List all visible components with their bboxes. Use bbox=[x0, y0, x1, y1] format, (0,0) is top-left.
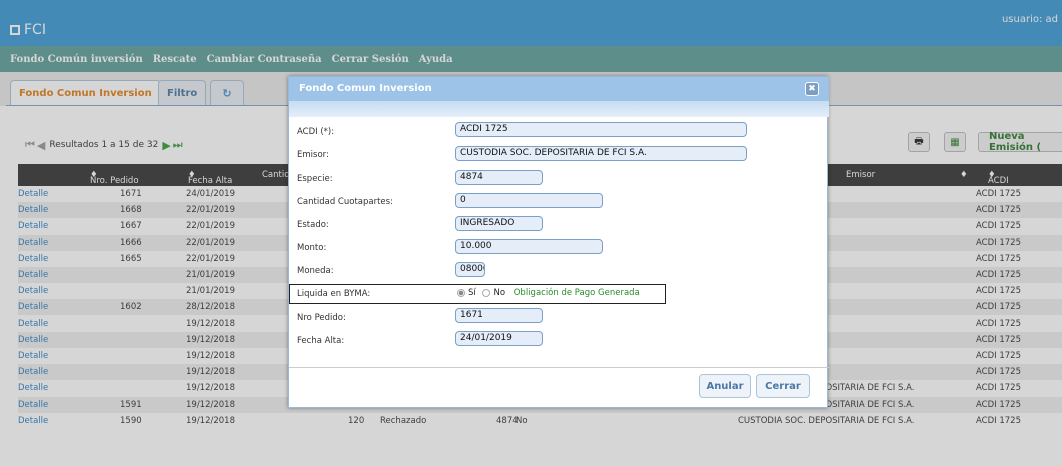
byma-options: Sí No Obligación de Pago Generada bbox=[457, 288, 640, 298]
acdi-label: ACDI (*): bbox=[297, 127, 335, 137]
fecha-alta-field[interactable]: 24/01/2019 bbox=[455, 331, 543, 346]
byma-si-label: Sí bbox=[468, 288, 476, 298]
monto-field[interactable]: 10.000 bbox=[455, 239, 603, 254]
fecha-alta-label: Fecha Alta: bbox=[297, 336, 345, 346]
byma-label: Liquida en BYMA: bbox=[297, 289, 371, 299]
moneda-field[interactable]: 08000 bbox=[455, 262, 485, 277]
cerrar-button[interactable]: Cerrar bbox=[756, 374, 810, 398]
pedido-label: Nro Pedido: bbox=[297, 313, 346, 323]
close-icon[interactable]: ✖ bbox=[805, 82, 819, 96]
anular-button[interactable]: Anular bbox=[699, 374, 751, 398]
especie-field[interactable]: 4874 bbox=[455, 170, 543, 185]
moneda-label: Moneda: bbox=[297, 266, 334, 276]
especie-label: Especie: bbox=[297, 174, 333, 184]
byma-no-label: No bbox=[493, 288, 506, 298]
byma-status: Obligación de Pago Generada bbox=[513, 288, 640, 298]
dialog-footer-divider bbox=[289, 367, 829, 368]
cuotapartes-field[interactable]: 0 bbox=[455, 193, 603, 208]
byma-si-radio[interactable] bbox=[457, 288, 465, 297]
byma-no-radio[interactable] bbox=[482, 288, 491, 297]
cuotapartes-label: Cantidad Cuotapartes: bbox=[297, 197, 393, 207]
estado-field[interactable]: INGRESADO bbox=[455, 216, 543, 231]
emisor-label: Emisor: bbox=[297, 150, 329, 160]
pedido-field[interactable]: 1671 bbox=[455, 308, 543, 323]
acdi-field[interactable]: ACDI 1725 bbox=[455, 122, 747, 137]
fondo-comun-dialog: Fondo Comun Inversion ✖ ACDI (*): ACDI 1… bbox=[288, 76, 829, 408]
dialog-strip bbox=[289, 101, 829, 117]
emisor-field[interactable]: CUSTODIA SOC. DEPOSITARIA DE FCI S.A. bbox=[455, 146, 747, 161]
estado-label: Estado: bbox=[297, 220, 329, 230]
dialog-title: Fondo Comun Inversion bbox=[289, 77, 829, 101]
monto-label: Monto: bbox=[297, 243, 327, 253]
